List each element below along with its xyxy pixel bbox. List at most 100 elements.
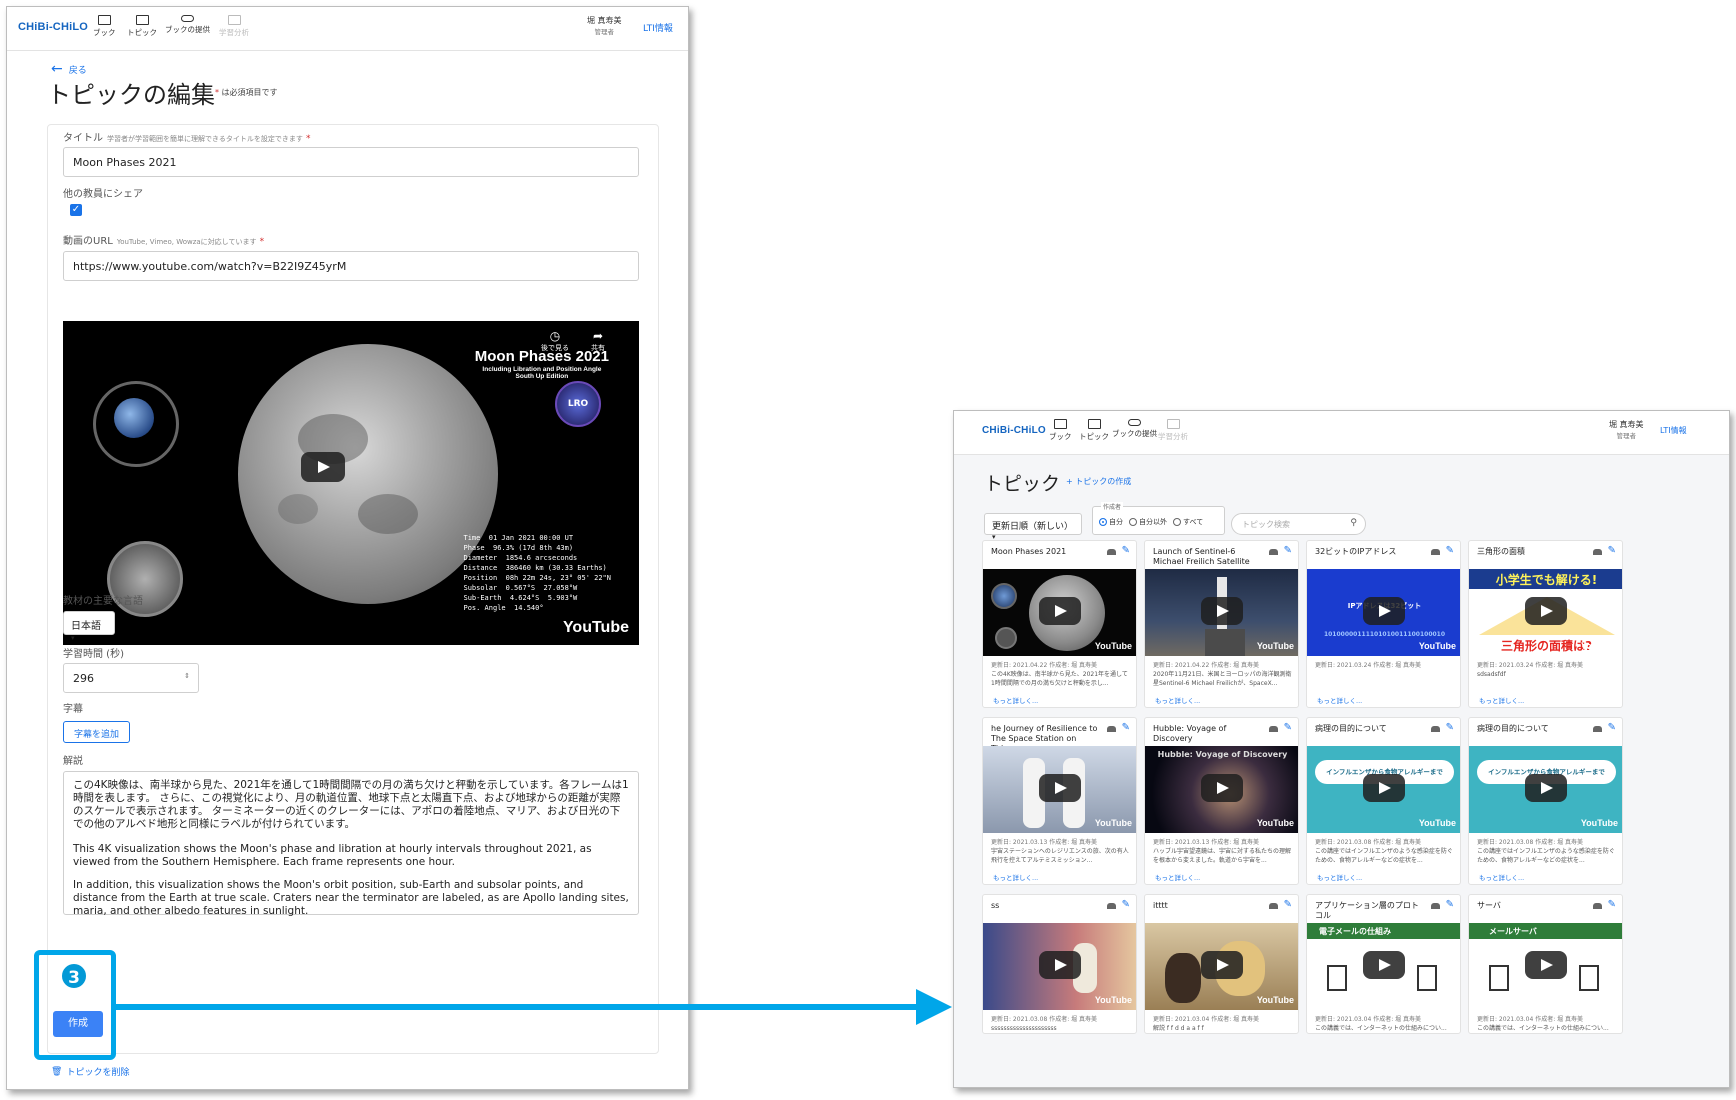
- topic-card[interactable]: itttt ✎ YouTube 更新日: 2021.03.04 作成者: 堀 真寿美解…: [1144, 894, 1299, 1034]
- topic-card-thumbnail[interactable]: 小学生でも解ける! 三角形の面積は? YouTube: [1469, 569, 1622, 656]
- topic-card[interactable]: アプリケーション層のプロトコル ✎ 電子メールの仕組み YouTube 更新日: 202…: [1306, 894, 1461, 1034]
- create-topic-link[interactable]: + トピックの作成: [1066, 476, 1131, 487]
- edit-pencil-icon[interactable]: ✎: [1446, 899, 1454, 910]
- topic-card[interactable]: 病理の目的について ✎ インフルエンザから食物アレルギーまで YouTube 更新日: …: [1468, 717, 1623, 885]
- topic-card[interactable]: he Journey of Resilience to The Space St…: [982, 717, 1137, 885]
- topic-card-thumbnail[interactable]: メールサーバ YouTube: [1469, 923, 1622, 1010]
- user-menu[interactable]: 堀 真寿美 管理者: [587, 15, 622, 36]
- edit-pencil-icon[interactable]: ✎: [1284, 722, 1292, 733]
- play-icon[interactable]: [1039, 597, 1081, 625]
- edit-pencil-icon[interactable]: ✎: [1122, 722, 1130, 733]
- more-link[interactable]: もっと詳しく...: [993, 695, 1038, 705]
- topic-card-thumbnail[interactable]: YouTube: [1145, 923, 1298, 1010]
- author-option-mine[interactable]: 自分: [1099, 517, 1123, 527]
- topic-card-title: Launch of Sentinel-6 Michael Freilich Sa…: [1153, 547, 1250, 566]
- trash-icon: 🗑: [51, 1066, 63, 1077]
- more-link[interactable]: もっと詳しく...: [1155, 872, 1200, 882]
- title-input[interactable]: Moon Phases 2021: [63, 147, 639, 177]
- topic-card-thumbnail[interactable]: YouTube: [983, 923, 1136, 1010]
- add-caption-button[interactable]: 字幕を追加: [63, 721, 131, 743]
- thumb-text: Hubble: Voyage of Discovery: [1157, 750, 1288, 759]
- topic-card[interactable]: サーバ ✎ メールサーバ YouTube 更新日: 2021.03.04 作成者: 堀 …: [1468, 894, 1623, 1034]
- topic-card-description: この4K映像は、南半球から見た、2021年を通して1時間間隔での月の満ち欠けと秤…: [991, 671, 1128, 687]
- more-link[interactable]: もっと詳しく...: [1155, 695, 1200, 705]
- topic-card-meta: 更新日: 2021.03.08 作成者: 堀 真寿美: [991, 1016, 1098, 1023]
- app-logo[interactable]: CHiBi-CHiLO: [982, 425, 1046, 436]
- nav-books[interactable]: ブック: [1049, 419, 1072, 442]
- nav-topics[interactable]: トピック: [127, 15, 157, 38]
- topic-card-thumbnail[interactable]: インフルエンザから食物アレルギーまで YouTube: [1307, 746, 1460, 833]
- share-checkbox[interactable]: ✓: [70, 204, 82, 216]
- topic-card[interactable]: 三角形の面積 ✎ 小学生でも解ける! 三角形の面積は? YouTube 更新日: 2021…: [1468, 540, 1623, 708]
- nav-book-provide[interactable]: ブックの提供: [1112, 419, 1157, 439]
- shared-users-icon: [1431, 726, 1440, 732]
- play-icon[interactable]: [1201, 951, 1243, 979]
- topic-search-input[interactable]: トピック検索 ⚲: [1231, 513, 1366, 535]
- play-icon[interactable]: [1363, 774, 1405, 802]
- lti-info-link[interactable]: LTI情報: [643, 21, 673, 34]
- watch-later-button[interactable]: ◷ 後で見る: [541, 329, 569, 353]
- more-link[interactable]: もっと詳しく...: [1317, 695, 1362, 705]
- topic-card-thumbnail[interactable]: YouTube: [983, 569, 1136, 656]
- nav-topics[interactable]: トピック: [1079, 419, 1109, 442]
- play-icon[interactable]: [1201, 774, 1243, 802]
- language-value: 日本語: [71, 621, 101, 632]
- nav-books[interactable]: ブック: [93, 15, 116, 38]
- stepper-icon[interactable]: ⇕: [184, 672, 190, 680]
- duration-input[interactable]: 296 ⇕: [63, 663, 199, 693]
- edit-pencil-icon[interactable]: ✎: [1446, 545, 1454, 556]
- topic-card-thumbnail[interactable]: IPアドレスは32ビット1010000011110101001110010001…: [1307, 569, 1460, 656]
- play-icon[interactable]: [1525, 951, 1567, 979]
- sort-select[interactable]: 更新日順（新しい） ▾: [984, 513, 1082, 541]
- lti-info-link[interactable]: LTI情報: [1660, 425, 1687, 436]
- topic-card[interactable]: ss ✎ YouTube 更新日: 2021.03.08 作成者: 堀 真寿美 ssss…: [982, 894, 1137, 1034]
- topic-card[interactable]: 32ビットのIPアドレス ✎ IPアドレスは32ビット101000001111010…: [1306, 540, 1461, 708]
- more-link[interactable]: もっと詳しく...: [1479, 872, 1524, 882]
- play-icon[interactable]: [1201, 597, 1243, 625]
- play-icon[interactable]: [1039, 951, 1081, 979]
- play-icon[interactable]: [1363, 951, 1405, 979]
- more-link[interactable]: もっと詳しく...: [1317, 872, 1362, 882]
- edit-pencil-icon[interactable]: ✎: [1608, 545, 1616, 556]
- edit-pencil-icon[interactable]: ✎: [1284, 899, 1292, 910]
- app-logo[interactable]: CHiBi-CHiLO: [18, 21, 88, 33]
- create-button[interactable]: 作成: [53, 1011, 103, 1037]
- nav-book-provide[interactable]: ブックの提供: [165, 15, 210, 35]
- author-option-others[interactable]: 自分以外: [1129, 517, 1167, 527]
- user-menu[interactable]: 堀 真寿美 管理者: [1609, 419, 1644, 440]
- description-textarea[interactable]: この4K映像は、南半球から見た、2021年を通して1時間間隔での月の満ち欠けと秤…: [63, 771, 639, 917]
- author-option-all[interactable]: すべて: [1173, 517, 1203, 527]
- search-icon[interactable]: ⚲: [1350, 518, 1357, 528]
- video-share-button[interactable]: ➦ 共有: [591, 329, 605, 353]
- topic-card[interactable]: Hubble: Voyage of Discovery ✎ Hubble: Voya…: [1144, 717, 1299, 885]
- topic-card[interactable]: 病理の目的について ✎ インフルエンザから食物アレルギーまで YouTube 更新日: …: [1306, 717, 1461, 885]
- topic-card[interactable]: Moon Phases 2021 ✎ YouTube 更新日: 2021.04.22 …: [982, 540, 1137, 708]
- edit-pencil-icon[interactable]: ✎: [1284, 545, 1292, 556]
- title-label: タイトル 学習者が学習範囲を簡単に理解できるタイトルを設定できます *: [63, 133, 311, 144]
- topic-card-thumbnail[interactable]: Hubble: Voyage of Discovery YouTube: [1145, 746, 1298, 833]
- edit-pencil-icon[interactable]: ✎: [1608, 899, 1616, 910]
- play-icon[interactable]: [1039, 774, 1081, 802]
- edit-pencil-icon[interactable]: ✎: [1608, 722, 1616, 733]
- edit-pencil-icon[interactable]: ✎: [1446, 722, 1454, 733]
- video-url-input[interactable]: https://www.youtube.com/watch?v=B22I9Z45…: [63, 251, 639, 281]
- delete-topic-link[interactable]: 🗑 トピックを削除: [51, 1065, 129, 1079]
- language-select[interactable]: 日本語 ▾: [63, 611, 115, 642]
- video-player[interactable]: Moon Phases 2021 Including Libration and…: [63, 321, 639, 645]
- description-paragraph-jp: この4K映像は、南半球から見た、2021年を通して1時間間隔での月の満ち欠けと秤…: [73, 779, 629, 830]
- edit-pencil-icon[interactable]: ✎: [1122, 545, 1130, 556]
- topic-card-thumbnail[interactable]: 電子メールの仕組み YouTube: [1307, 923, 1460, 1010]
- topic-card-thumbnail[interactable]: YouTube: [983, 746, 1136, 833]
- more-link[interactable]: もっと詳しく...: [993, 872, 1038, 882]
- play-icon[interactable]: [301, 452, 345, 482]
- play-icon[interactable]: [1525, 597, 1567, 625]
- play-icon[interactable]: [1363, 597, 1405, 625]
- youtube-logo[interactable]: YouTube: [563, 619, 629, 637]
- topic-card[interactable]: Launch of Sentinel-6 Michael Freilich Sa…: [1144, 540, 1299, 708]
- more-link[interactable]: もっと詳しく...: [1479, 695, 1524, 705]
- topic-card-thumbnail[interactable]: インフルエンザから食物アレルギーまで YouTube: [1469, 746, 1622, 833]
- topic-card-thumbnail[interactable]: YouTube: [1145, 569, 1298, 656]
- step-number-badge: 3: [60, 962, 88, 990]
- edit-pencil-icon[interactable]: ✎: [1122, 899, 1130, 910]
- play-icon[interactable]: [1525, 774, 1567, 802]
